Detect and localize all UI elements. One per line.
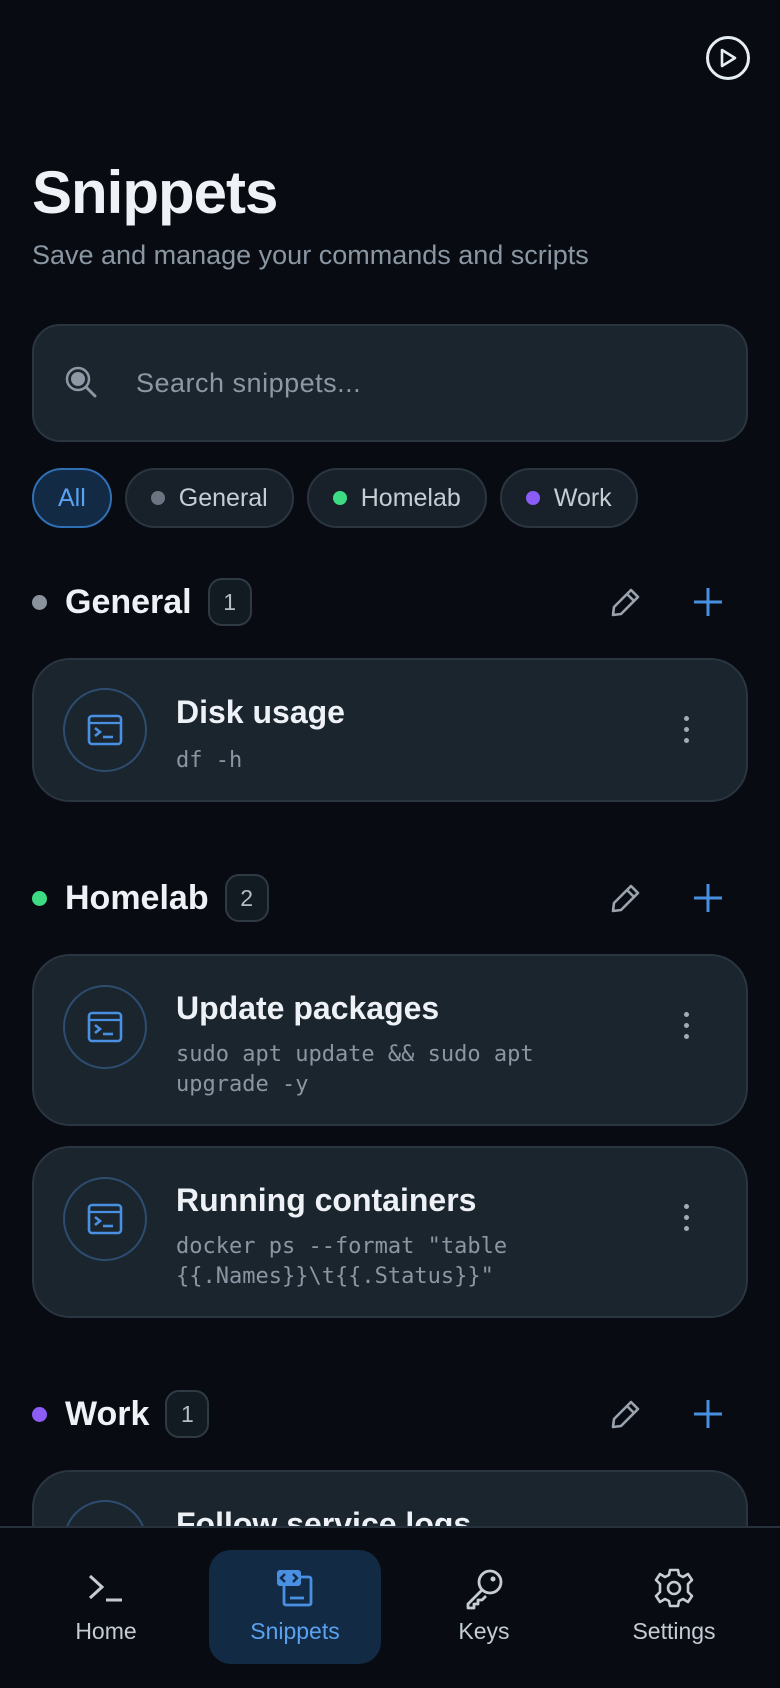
play-button[interactable] [706,36,750,80]
edit-group-button[interactable] [606,1394,646,1434]
plus-icon [694,588,722,616]
filter-chip-label: Work [553,483,612,512]
filter-chip-homelab[interactable]: Homelab [306,468,487,528]
play-circle-icon [720,48,737,68]
filter-chip-all[interactable]: All [32,468,112,528]
nav-label: Home [75,1618,137,1644]
snippet-title: Disk usage [176,694,345,730]
filter-chip-label: All [58,483,86,512]
color-dot [32,594,47,610]
key-icon [462,1564,506,1612]
filter-chip-label: Homelab [360,483,461,512]
filter-chip-label: General [178,483,268,512]
search-placeholder: Search snippets... [136,367,362,398]
terminal-window-icon [63,985,147,1069]
terminal-icon [86,1564,126,1612]
section-title: Homelab [65,878,209,917]
color-dot [332,491,347,505]
add-snippet-button[interactable] [688,878,728,918]
snippet-card[interactable]: Disk usage df -h [32,658,748,802]
nav-label: Settings [632,1618,716,1644]
color-dot [525,491,540,505]
more-options-button[interactable] [676,1204,696,1231]
color-dot [32,890,47,906]
plus-icon [694,884,722,912]
pencil-icon [611,884,640,913]
search-input[interactable]: Search snippets... [32,324,748,442]
add-snippet-button[interactable] [688,582,728,622]
pencil-icon [611,1400,640,1429]
nav-snippets[interactable]: Snippets [209,1550,381,1664]
bottom-nav: Home Snippets Keys Settings [0,1526,780,1688]
nav-keys[interactable]: Keys [398,1550,570,1664]
nav-settings[interactable]: Settings [588,1550,760,1664]
edit-group-button[interactable] [606,582,646,622]
code-file-icon [275,1564,315,1612]
count-badge: 2 [224,874,269,922]
terminal-window-icon [63,688,147,772]
filter-bar: All General Homelab Work [32,468,638,528]
page-subtitle: Save and manage your commands and script… [32,240,589,270]
snippet-command: docker ps --format "table {{.Names}}\t{{… [176,1234,508,1289]
pencil-icon [611,588,640,617]
add-snippet-button[interactable] [688,1394,728,1434]
edit-group-button[interactable] [606,878,646,918]
plus-icon [694,1400,722,1428]
filter-chip-general[interactable]: General [124,468,294,528]
more-options-button[interactable] [676,716,696,743]
nav-label: Snippets [250,1618,340,1644]
section-header-homelab: Homelab 2 [32,870,748,926]
search-icon [64,365,100,401]
filter-chip-work[interactable]: Work [499,468,638,528]
more-options-button[interactable] [676,1012,696,1039]
terminal-window-icon [63,1177,147,1261]
snippet-command: sudo apt update && sudo apt upgrade -y [176,1042,534,1097]
gear-icon [653,1564,695,1612]
snippet-title: Running containers [176,1182,477,1218]
count-badge: 1 [165,1390,210,1438]
page-title: Snippets [32,159,278,226]
count-badge: 1 [207,578,252,626]
color-dot [150,491,165,505]
snippet-card[interactable]: Update packages sudo apt update && sudo … [32,954,748,1126]
section-title: General [65,582,192,621]
snippet-card[interactable]: Running containers docker ps --format "t… [32,1146,748,1318]
section-header-work: Work 1 [32,1386,748,1442]
color-dot [32,1406,47,1422]
snippet-title: Update packages [176,990,440,1026]
section-header-general: General 1 [32,574,748,630]
nav-home[interactable]: Home [20,1550,192,1664]
snippet-command: df -h [176,748,243,773]
section-title: Work [65,1394,150,1433]
nav-label: Keys [458,1618,510,1644]
